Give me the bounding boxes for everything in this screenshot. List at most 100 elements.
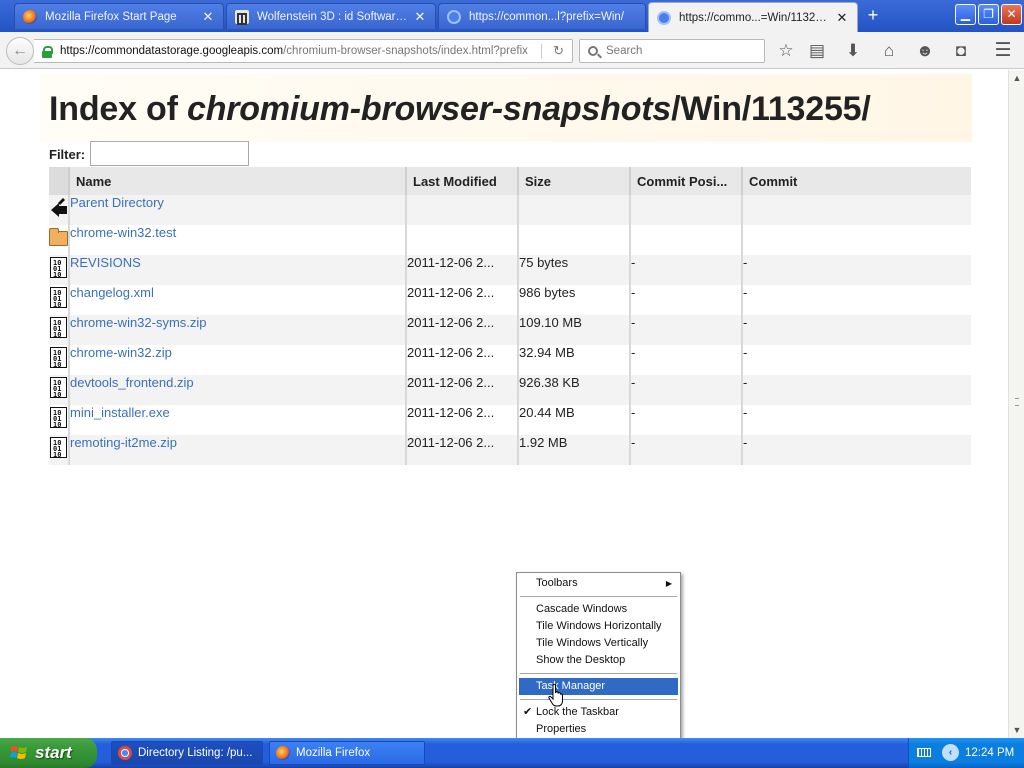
url-host: https://commondatastorage.googleapis.com [60, 45, 284, 57]
bookmark-star-icon[interactable]: ☆ [775, 40, 797, 62]
minimize-button[interactable]: ▁ [955, 4, 976, 25]
tab-title: https://common...l?prefix=Win/ [469, 10, 624, 23]
commit-position: - [629, 435, 742, 465]
column-header-name[interactable]: Name [68, 167, 406, 195]
taskbar-context-menu: Toolbars ▶ Cascade Windows Tile Windows H… [516, 572, 681, 741]
windows-taskbar: start Directory Listing: /pu... Mozilla … [0, 738, 1024, 768]
file-link[interactable]: devtools_frontend.zip [70, 375, 194, 390]
maximize-button[interactable]: ❐ [978, 4, 999, 25]
column-header-size[interactable]: Size [517, 167, 630, 195]
close-icon[interactable]: ✕ [201, 9, 215, 25]
file-size: 20.44 MB [517, 405, 630, 435]
hand-cursor-icon [548, 684, 563, 707]
binary-file-icon: 10 01 10 [50, 377, 67, 398]
menu-icon[interactable]: ☰ [992, 40, 1014, 62]
filter-input[interactable] [90, 141, 249, 166]
new-tab-button[interactable]: + [862, 6, 884, 26]
firefox-icon [276, 746, 290, 760]
close-icon[interactable]: ✕ [835, 10, 849, 26]
commit-position [629, 225, 742, 255]
navigation-toolbar: ← https://commondatastorage.googleapis.c… [0, 32, 1024, 69]
scroll-up-icon[interactable]: ▲ [1009, 70, 1024, 86]
tab-current[interactable]: https://commo...=Win/113255/ ✕ [648, 2, 858, 32]
commit [741, 195, 971, 225]
url-bar[interactable]: https://commondatastorage.googleapis.com… [34, 39, 573, 63]
modified-date [405, 195, 518, 225]
column-header-commit-position[interactable]: Commit Posi... [629, 167, 742, 195]
hello-icon[interactable]: ☻ [914, 40, 936, 62]
menu-item-toolbars[interactable]: Toolbars ▶ [519, 575, 678, 592]
modified-date: 2011-12-06 2... [405, 315, 518, 345]
pocket-icon[interactable]: ◘ [950, 40, 972, 62]
binary-file-icon: 10 01 10 [50, 287, 67, 308]
table-header-row: Name Last Modified Size Commit Posi... C… [49, 167, 971, 195]
menu-item-lock-taskbar[interactable]: ✔ Lock the Taskbar [519, 704, 678, 721]
title-bucket: chromium-browser-snapshots [187, 90, 672, 128]
menu-item-task-manager[interactable]: Task Manager [519, 678, 678, 695]
menu-item-show-desktop[interactable]: Show the Desktop [519, 652, 678, 669]
commit-position: - [629, 285, 742, 315]
commit-position: - [629, 405, 742, 435]
keyboard-icon[interactable] [917, 748, 931, 757]
window-close-button[interactable]: ✕ [1001, 4, 1022, 25]
windows-logo-icon [10, 746, 27, 759]
file-link[interactable]: REVISIONS [70, 255, 141, 270]
table-row: chrome-win32.test [49, 225, 971, 255]
tab-firefox-start[interactable]: Mozilla Firefox Start Page ✕ [14, 3, 224, 29]
tab-title: https://commo...=Win/113255/ [679, 11, 829, 24]
column-header-commit[interactable]: Commit [741, 167, 971, 195]
lock-icon[interactable] [42, 45, 53, 58]
title-path: /Win/113255/ [671, 90, 871, 128]
back-button[interactable]: ← [6, 37, 34, 65]
search-input[interactable]: Search [579, 39, 765, 63]
table-row: 10 01 10 changelog.xml 2011-12-06 2... 986… [49, 285, 971, 315]
reload-icon[interactable]: ↻ [553, 43, 564, 59]
file-link[interactable]: mini_installer.exe [70, 405, 170, 420]
file-link[interactable]: chrome-win32.test [70, 225, 176, 240]
file-listing-table: Name Last Modified Size Commit Posi... C… [49, 167, 971, 465]
file-link[interactable]: changelog.xml [70, 285, 154, 300]
taskbar-button-chrome[interactable]: Directory Listing: /pu... [111, 741, 263, 765]
vertical-scrollbar[interactable]: ▲ ▼ [1008, 70, 1024, 738]
commit: - [741, 375, 971, 405]
scroll-down-icon[interactable]: ▼ [1009, 722, 1024, 738]
tray-expand-icon[interactable]: ‹ [942, 744, 959, 761]
tab-wolfenstein[interactable]: Wolfenstein 3D : id Software ... ✕ [226, 3, 436, 29]
binary-file-icon: 10 01 10 [50, 407, 67, 428]
globe-icon [447, 9, 461, 24]
home-icon[interactable]: ⌂ [878, 40, 900, 62]
commit-position: - [629, 255, 742, 285]
menu-item-properties[interactable]: Properties [519, 721, 678, 738]
start-button[interactable]: start [0, 738, 97, 768]
column-header-last-modified[interactable]: Last Modified [405, 167, 518, 195]
tab-prefix-win[interactable]: https://common...l?prefix=Win/ [438, 3, 646, 29]
menu-item-tile-vertically[interactable]: Tile Windows Vertically [519, 635, 678, 652]
table-row: 10 01 10 chrome-win32-syms.zip 2011-12-06 … [49, 315, 971, 345]
chrome-icon [118, 746, 132, 760]
taskbar-button-label: Mozilla Firefox [296, 747, 371, 759]
file-size: 926.38 KB [517, 375, 630, 405]
file-link[interactable]: chrome-win32.zip [70, 345, 172, 360]
menu-item-cascade-windows[interactable]: Cascade Windows [519, 601, 678, 618]
menu-separator [520, 673, 677, 674]
file-size: 1.92 MB [517, 435, 630, 465]
reading-list-icon[interactable]: ▤ [806, 40, 828, 62]
menu-item-tile-horizontally[interactable]: Tile Windows Horizontally [519, 618, 678, 635]
file-link[interactable]: Parent Directory [70, 195, 164, 210]
page-title: Index of chromium-browser-snapshots/Win/… [49, 90, 871, 129]
menu-separator [520, 699, 677, 700]
file-size: 32.94 MB [517, 345, 630, 375]
commit: - [741, 405, 971, 435]
tab-title: Mozilla Firefox Start Page [45, 10, 177, 23]
commit [741, 225, 971, 255]
taskbar-button-firefox[interactable]: Mozilla Firefox [269, 741, 425, 765]
close-icon[interactable]: ✕ [413, 9, 427, 25]
file-link[interactable]: remoting-it2me.zip [70, 435, 177, 450]
title-prefix: Index of [49, 90, 187, 128]
commit: - [741, 285, 971, 315]
file-link[interactable]: chrome-win32-syms.zip [70, 315, 207, 330]
clock[interactable]: 12:24 PM [965, 738, 1014, 768]
modified-date: 2011-12-06 2... [405, 435, 518, 465]
download-icon[interactable]: ⬇ [842, 40, 864, 62]
folder-icon [49, 228, 68, 246]
